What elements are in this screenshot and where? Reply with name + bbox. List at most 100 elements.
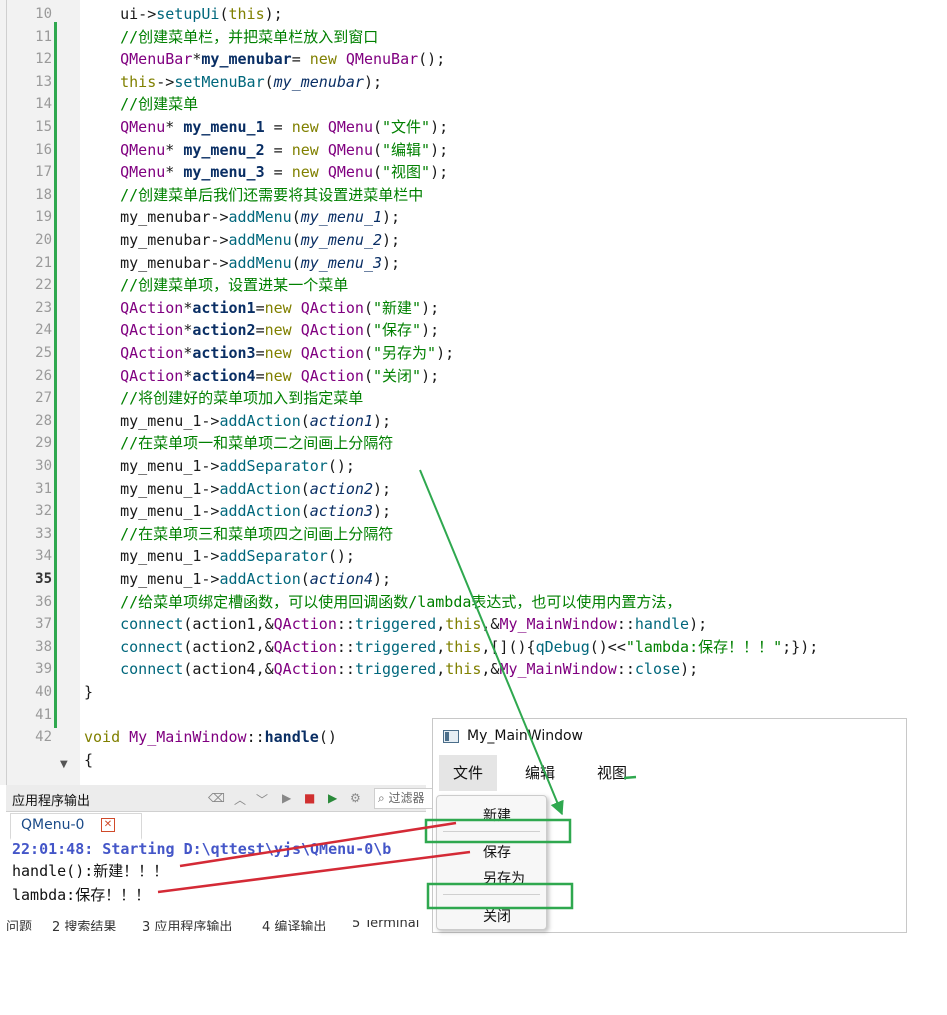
settings-icon[interactable]: ⚙ [350,791,361,805]
bottom-tab-app-output[interactable]: 3 应用程序输出 [142,920,232,931]
code-token: ( [291,208,301,226]
code-token: action3 [309,502,373,520]
code-line[interactable]: 19 my_menubar->addMenu(my_menu_1); [0,206,905,228]
code-line[interactable]: 23 QAction*action1=new QAction("新建"); [0,297,905,319]
code-line[interactable]: 40} [0,681,905,703]
code-token: //创建菜单项，设置进某一个菜单 [120,276,349,294]
code-line[interactable]: 12 QMenuBar*my_menubar= new QMenuBar(); [0,48,905,70]
code-text: my_menu_1->addAction(action3); [84,500,391,522]
chevron-up-icon[interactable]: ︿ [234,791,246,808]
code-token: my_menu_1-> [84,547,220,565]
code-token: close [634,660,681,678]
code-line[interactable]: 37 connect(action1,&QAction::triggered,t… [0,613,905,635]
bottom-tab-problems[interactable]: 问题 [6,920,32,931]
line-number: 39 [35,661,52,677]
menu-item-save-as[interactable]: 另存为 [483,868,525,888]
code-line[interactable]: 24 QAction*action2=new QAction("保存"); [0,319,905,341]
code-token: ;}); [782,638,819,656]
code-line[interactable]: 32 my_menu_1->addAction(action3); [0,500,905,522]
code-token: QAction [300,367,364,385]
window-title: My_MainWindow [467,728,583,744]
code-line[interactable]: 15 QMenu* my_menu_1 = new QMenu("文件"); [0,116,905,138]
run-icon[interactable]: ▶ [282,791,291,805]
code-token: QMenu [327,141,373,159]
code-line[interactable]: 27 //将创建好的菜单项加入到指定菜单 [0,387,905,409]
debug-icon[interactable]: ▶ [328,791,337,805]
code-line[interactable]: 18 //创建菜单后我们还需要将其设置进菜单栏中 [0,184,905,206]
chevron-down-icon[interactable]: ﹀ [256,791,268,808]
bottom-tab-compile-output[interactable]: 4 编译输出 [262,920,326,931]
code-token: action3 [192,344,256,362]
code-line[interactable]: 17 QMenu* my_menu_3 = new QMenu("视图"); [0,161,905,183]
code-line[interactable]: 39 connect(action4,&QAction::triggered,t… [0,658,905,680]
code-token: action2 [192,321,256,339]
code-token: "另存为" [373,344,437,362]
code-text: QMenu* my_menu_2 = new QMenu("编辑"); [84,139,448,161]
bottom-tab-strip: 问题 2 搜索结果 3 应用程序输出 4 编译输出 5 Terminal [6,920,426,931]
code-line[interactable]: 22 //创建菜单项，设置进某一个菜单 [0,274,905,296]
code-token: (); [327,547,355,565]
code-token: this [445,660,482,678]
code-line[interactable]: 13 this->setMenuBar(my_menubar); [0,71,905,93]
menu-file[interactable]: 文件 [439,755,497,791]
line-number: 22 [35,277,52,293]
code-token: my_menu_1-> [84,457,220,475]
code-token: QAction [300,299,364,317]
code-token: connect [120,660,184,678]
bottom-tab-terminal[interactable]: 5 Terminal [352,920,419,931]
code-token: QMenu [327,163,373,181]
code-line[interactable]: 33 //在菜单项三和菜单项四之间画上分隔符 [0,523,905,545]
code-token: ); [430,118,449,136]
line-number: 32 [35,503,52,519]
code-text: QMenuBar*my_menubar= new QMenuBar(); [84,48,445,70]
code-token: * [165,163,184,181]
close-tab-icon[interactable]: ✕ [101,818,115,832]
menu-item-new[interactable]: 新建 [483,805,511,825]
code-line[interactable]: 28 my_menu_1->addAction(action1); [0,410,905,432]
code-line[interactable]: 34 my_menu_1->addSeparator(); [0,545,905,567]
code-line[interactable]: 38 connect(action2,&QAction::triggered,t… [0,636,905,658]
code-line[interactable]: 20 my_menubar->addMenu(my_menu_2); [0,229,905,251]
code-line[interactable]: 16 QMenu* my_menu_2 = new QMenu("编辑"); [0,139,905,161]
menu-view[interactable]: 视图 [597,755,627,791]
line-number: 27 [35,390,52,406]
code-line[interactable]: 10 ui->setupUi(this); [0,3,905,25]
code-line[interactable]: 21 my_menubar->addMenu(my_menu_3); [0,252,905,274]
code-text: //在菜单项三和菜单项四之间画上分隔符 [84,523,393,545]
output-tab-qmenu-0[interactable]: QMenu-0 ✕ [10,813,142,840]
clear-output-icon[interactable]: ⌫ [208,791,225,805]
code-line[interactable]: 14 //创建菜单 [0,93,905,115]
code-token: my_menu_2 [183,141,265,159]
stop-icon[interactable]: ■ [304,791,315,805]
code-token: void [84,728,121,746]
menu-item-close[interactable]: 关闭 [483,906,511,926]
code-line[interactable]: 35 my_menu_1->addAction(action4); [0,568,905,590]
code-line[interactable]: 26 QAction*action4=new QAction("关闭"); [0,365,905,387]
code-line[interactable]: 36 //给菜单项绑定槽函数，可以使用回调函数/lambda表达式，也可以使用内… [0,591,905,613]
code-text: my_menu_1->addSeparator(); [84,455,355,477]
code-token: setupUi [156,5,220,23]
line-number: 40 [35,684,52,700]
code-line[interactable]: 11 //创建菜单栏，并把菜单栏放入到窗口 [0,26,905,48]
code-line[interactable]: 25 QAction*action3=new QAction("另存为"); [0,342,905,364]
code-token: (action4,& [183,660,274,678]
menu-item-save[interactable]: 保存 [483,842,511,862]
code-line[interactable]: 30 my_menu_1->addSeparator(); [0,455,905,477]
output-filter-input[interactable]: ⌕ 过滤器 [374,788,439,809]
code-token: , [436,615,446,633]
application-output-panel: 应用程序输出 ⌫ ︿ ﹀ ▶ ■ ▶ ⚙ ⌕ 过滤器 QMenu-0 ✕ 22:… [6,785,439,931]
code-token: my_menubar-> [84,208,229,226]
line-number: 12 [35,51,52,67]
code-token: addSeparator [219,547,328,565]
menu-edit[interactable]: 编辑 [525,755,555,791]
bottom-tab-search-results[interactable]: 2 搜索结果 [52,920,116,931]
code-editor[interactable]: ▼ 10 ui->setupUi(this); 11 //创建菜单栏，并把菜单栏放… [0,0,905,785]
code-line[interactable]: 31 my_menu_1->addAction(action2); [0,478,905,500]
code-line[interactable]: 29 //在菜单项一和菜单项二之间画上分隔符 [0,432,905,454]
code-token: triggered [354,615,437,633]
code-token: //将创建好的菜单项加入到指定菜单 [120,389,364,407]
code-token: addMenu [228,254,292,272]
